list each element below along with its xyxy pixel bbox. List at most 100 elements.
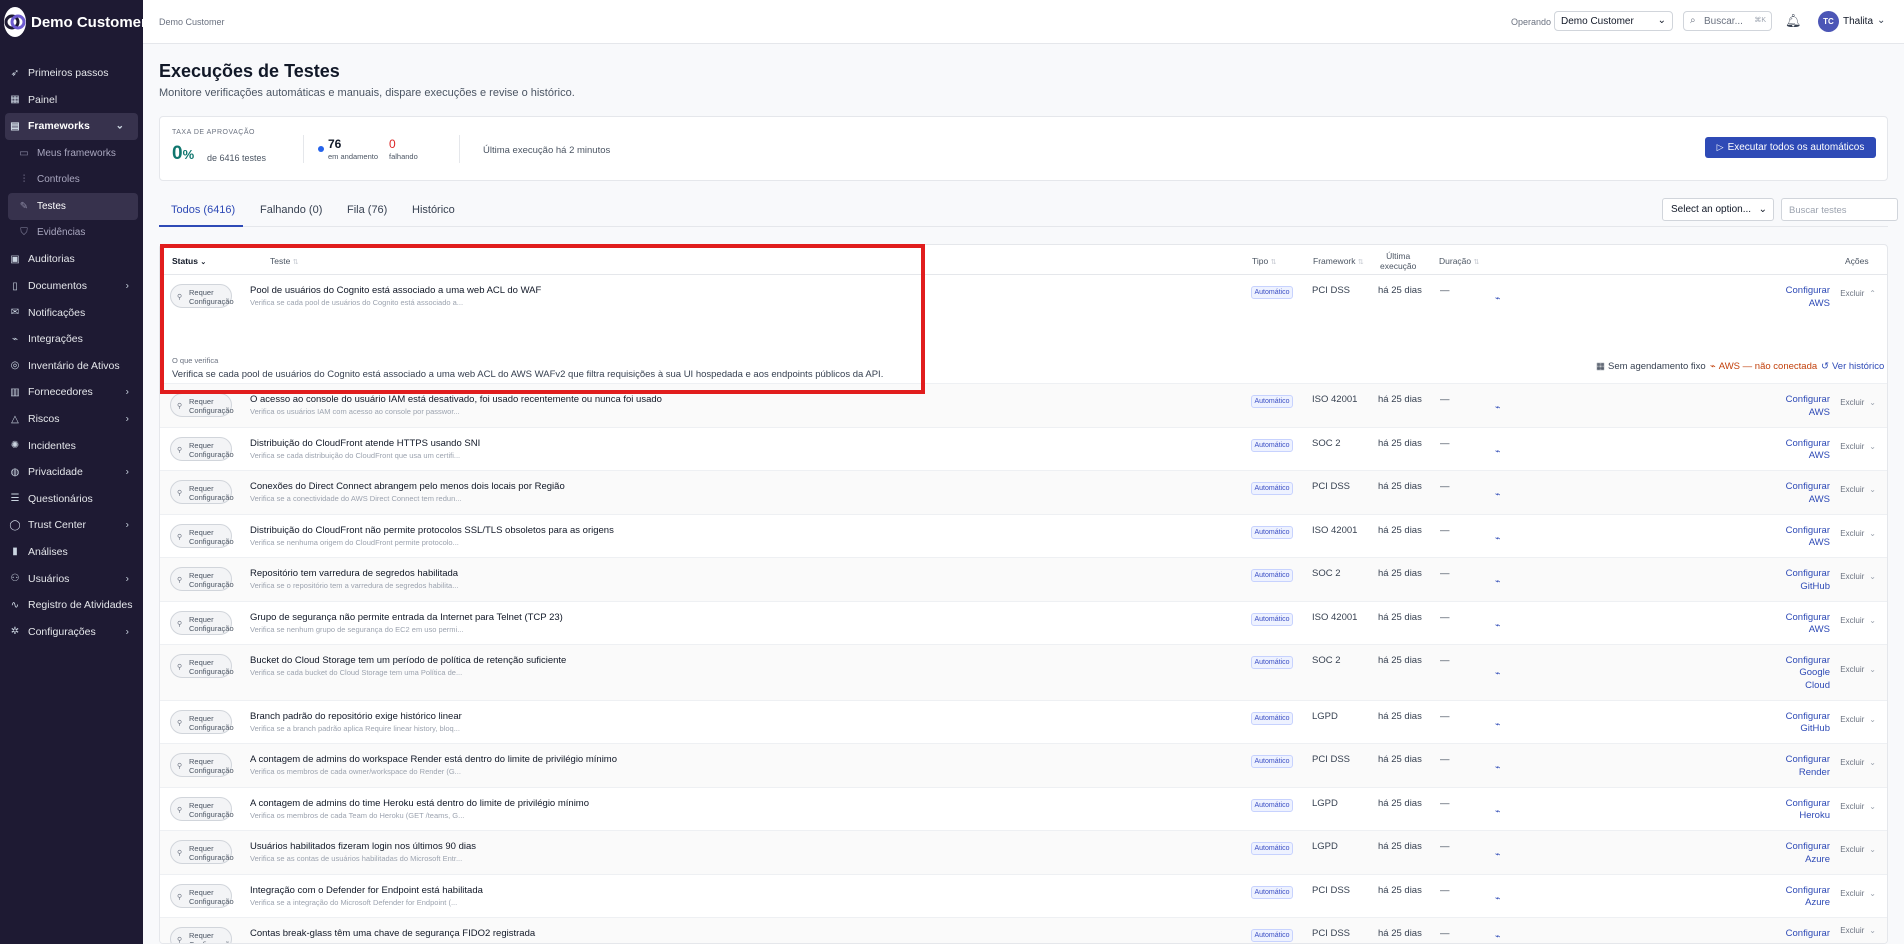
- test-title[interactable]: O acesso ao console do usuário IAM está …: [250, 394, 662, 405]
- delete-button[interactable]: Excluir ⌄: [1840, 572, 1876, 581]
- status-pill[interactable]: ⚲ RequerConfiguração: [170, 709, 234, 734]
- sidebar-item-auditorias[interactable]: ▣ Auditorias: [0, 246, 143, 273]
- table-row[interactable]: ⚲ Requer Configuração Distribuição do Cloud…: [160, 428, 1887, 471]
- chevron-down-icon[interactable]: ⌄: [1869, 802, 1876, 811]
- chevron-down-icon[interactable]: ⌄: [1869, 616, 1876, 625]
- sidebar-item-questionarios[interactable]: ☰ Questionários: [0, 486, 143, 513]
- status-pill[interactable]: ⚲ RequerConfiguração: [170, 796, 234, 821]
- sidebar-item-riscos[interactable]: △ Riscos ›: [0, 406, 143, 433]
- status-pill[interactable]: ⚲ RequerConfiguração: [170, 610, 234, 635]
- status-pill[interactable]: ⚲ RequerConfiguração: [170, 653, 234, 678]
- test-title[interactable]: Integração com o Defender for Endpoint e…: [250, 885, 483, 896]
- header-test[interactable]: Teste ⇅: [270, 256, 299, 266]
- configure-integration-link[interactable]: Configurar AWS: [1755, 525, 1830, 550]
- filter-select[interactable]: Select an option... ⌄: [1662, 198, 1774, 221]
- configure-integration-link[interactable]: Configurar Heroku: [1755, 798, 1830, 823]
- sidebar-item-incidentes[interactable]: ✺ Incidentes: [0, 432, 143, 459]
- sidebar-item-integracoes[interactable]: ⌁ Integrações: [0, 326, 143, 353]
- sidebar-item-frameworks[interactable]: ▤ Frameworks ⌄: [5, 113, 138, 140]
- table-row[interactable]: ⚲ Requer Configuração Bucket do Cloud Stora…: [160, 644, 1887, 701]
- chevron-down-icon[interactable]: ⌄: [1869, 665, 1876, 674]
- chevron-down-icon[interactable]: ⌄: [1869, 889, 1876, 898]
- table-row[interactable]: ⚲ Requer Configuração Conexões do Direct Co…: [160, 471, 1887, 515]
- breadcrumb[interactable]: Demo Customer: [159, 17, 225, 27]
- table-row[interactable]: ⚲ Requer Configuração Pool de usuários do C…: [160, 275, 1887, 400]
- header-last-run[interactable]: Última execução: [1380, 251, 1416, 271]
- test-title[interactable]: Distribuição do CloudFront não permite p…: [250, 525, 614, 536]
- test-title[interactable]: A contagem de admins do workspace Render…: [250, 754, 617, 765]
- chevron-down-icon[interactable]: ⌄: [1869, 715, 1876, 724]
- global-search-input[interactable]: ⌕ Buscar... ⌘K: [1683, 11, 1772, 31]
- configure-integration-link[interactable]: Configurar: [1755, 928, 1830, 941]
- table-row[interactable]: ⚲ RequerConfiguração Contas break-glass tê…: [160, 918, 1887, 943]
- status-pill[interactable]: ⚲ RequerConfiguração: [170, 284, 234, 308]
- status-pill[interactable]: ⚲ RequerConfiguração: [170, 753, 234, 777]
- delete-button[interactable]: Excluir ⌄: [1840, 715, 1876, 724]
- sidebar-item-privacidade[interactable]: ◍ Privacidade ›: [0, 459, 143, 486]
- header-type[interactable]: Tipo ⇅: [1252, 256, 1276, 266]
- chevron-down-icon[interactable]: ⌄: [1869, 485, 1876, 494]
- test-search-input[interactable]: Buscar testes: [1781, 198, 1898, 221]
- table-row[interactable]: ⚲ Requer Configuração Distribuição do Cloud…: [160, 515, 1887, 558]
- tab-failing[interactable]: Falhando (0): [260, 204, 322, 216]
- delete-button[interactable]: Excluir ⌄: [1840, 529, 1876, 538]
- test-title[interactable]: Bucket do Cloud Storage tem um período d…: [250, 655, 566, 666]
- delete-button[interactable]: Excluir ⌄: [1840, 665, 1876, 674]
- configure-integration-link[interactable]: Configurar Google Cloud: [1755, 655, 1830, 693]
- status-pill[interactable]: ⚲ RequerConfiguração: [170, 883, 234, 908]
- status-pill[interactable]: ⚲ RequerConfiguração: [170, 840, 234, 864]
- sidebar-item-evidencias[interactable]: ⛉ Evidências: [0, 220, 143, 247]
- table-row[interactable]: ⚲ Requer Configuração Branch padrão do repo…: [160, 701, 1887, 744]
- bell-icon[interactable]: 🔔︎: [1785, 13, 1802, 29]
- chevron-down-icon[interactable]: ⌄: [1869, 845, 1876, 854]
- configure-integration-link[interactable]: Configurar GitHub: [1755, 568, 1830, 593]
- view-history-link[interactable]: ↺ Ver histórico: [1821, 361, 1884, 372]
- configure-integration-link[interactable]: Configurar GitHub: [1755, 711, 1830, 736]
- test-title[interactable]: Pool de usuários do Cognito está associa…: [250, 285, 541, 296]
- configure-integration-link[interactable]: Configurar Azure: [1755, 841, 1830, 866]
- test-title[interactable]: Distribuição do CloudFront atende HTTPS …: [250, 438, 480, 449]
- header-duration[interactable]: Duração ⇅: [1439, 256, 1479, 266]
- tab-history[interactable]: Histórico: [412, 204, 455, 216]
- sidebar-item-primeiros-passos[interactable]: ➶ Primeiros passos: [0, 60, 143, 87]
- delete-button[interactable]: Excluir ⌄: [1840, 616, 1876, 625]
- avatar[interactable]: TC: [1818, 11, 1839, 32]
- sidebar-item-documentos[interactable]: ▯ Documentos ›: [0, 273, 143, 300]
- table-row[interactable]: ⚲ Requer Configuração Usuários habilitados …: [160, 831, 1887, 875]
- chevron-down-icon[interactable]: ⌄: [1869, 398, 1876, 407]
- test-title[interactable]: Contas break-glass têm uma chave de segu…: [250, 928, 535, 939]
- delete-button[interactable]: Excluir ⌄: [1840, 845, 1876, 854]
- run-all-button[interactable]: ▷ Executar todos os automáticos: [1705, 137, 1876, 158]
- configure-integration-link[interactable]: Configurar AWS: [1755, 394, 1830, 419]
- status-pill[interactable]: ⚲ RequerConfiguração: [170, 927, 234, 943]
- delete-button[interactable]: Excluir ⌄: [1840, 485, 1876, 494]
- status-pill[interactable]: ⚲ RequerConfiguração: [170, 567, 234, 591]
- header-framework[interactable]: Framework ⇅: [1313, 256, 1364, 266]
- test-title[interactable]: Repositório tem varredura de segredos ha…: [250, 568, 458, 579]
- table-row[interactable]: ⚲ Requer Configuração Grupo de segurança nã…: [160, 602, 1887, 645]
- configure-integration-link[interactable]: Configurar AWS: [1755, 285, 1830, 310]
- configure-integration-link[interactable]: Configurar AWS: [1755, 438, 1830, 463]
- delete-button[interactable]: Excluir ⌄: [1840, 926, 1876, 935]
- chevron-down-icon[interactable]: ⌄: [1869, 572, 1876, 581]
- test-title[interactable]: A contagem de admins do time Heroku está…: [250, 798, 589, 809]
- sidebar-item-trust-center[interactable]: ◯ Trust Center ›: [0, 512, 143, 539]
- delete-button[interactable]: Excluir ⌄: [1840, 442, 1876, 451]
- table-row[interactable]: ⚲ Requer Configuração Repositório tem varre…: [160, 558, 1887, 602]
- chevron-down-icon[interactable]: ⌄: [1869, 758, 1876, 767]
- sidebar-item-meus-frameworks[interactable]: ▭ Meus frameworks: [0, 140, 143, 167]
- status-pill[interactable]: ⚲ RequerConfiguração: [170, 523, 234, 548]
- delete-button[interactable]: Excluir ⌄: [1840, 802, 1876, 811]
- sidebar-item-notificacoes[interactable]: ✉ Notificações: [0, 299, 143, 326]
- test-title[interactable]: Grupo de segurança não permite entrada d…: [250, 612, 563, 623]
- table-row[interactable]: ⚲ Requer Configuração O acesso ao console d…: [160, 384, 1887, 428]
- configure-integration-link[interactable]: Configurar AWS: [1755, 612, 1830, 637]
- delete-button[interactable]: Excluir ⌄: [1840, 398, 1876, 407]
- sidebar-item-fornecedores[interactable]: ▥ Fornecedores ›: [0, 379, 143, 406]
- test-title[interactable]: Branch padrão do repositório exige histó…: [250, 711, 462, 722]
- chevron-down-icon[interactable]: ⌄: [1869, 926, 1876, 935]
- chevron-down-icon[interactable]: ⌄: [1877, 15, 1885, 26]
- sidebar-item-configuracoes[interactable]: ✲ Configurações ›: [0, 618, 143, 645]
- chevron-down-icon[interactable]: ⌄: [1869, 529, 1876, 538]
- sidebar-item-painel[interactable]: ▦ Painel: [0, 87, 143, 114]
